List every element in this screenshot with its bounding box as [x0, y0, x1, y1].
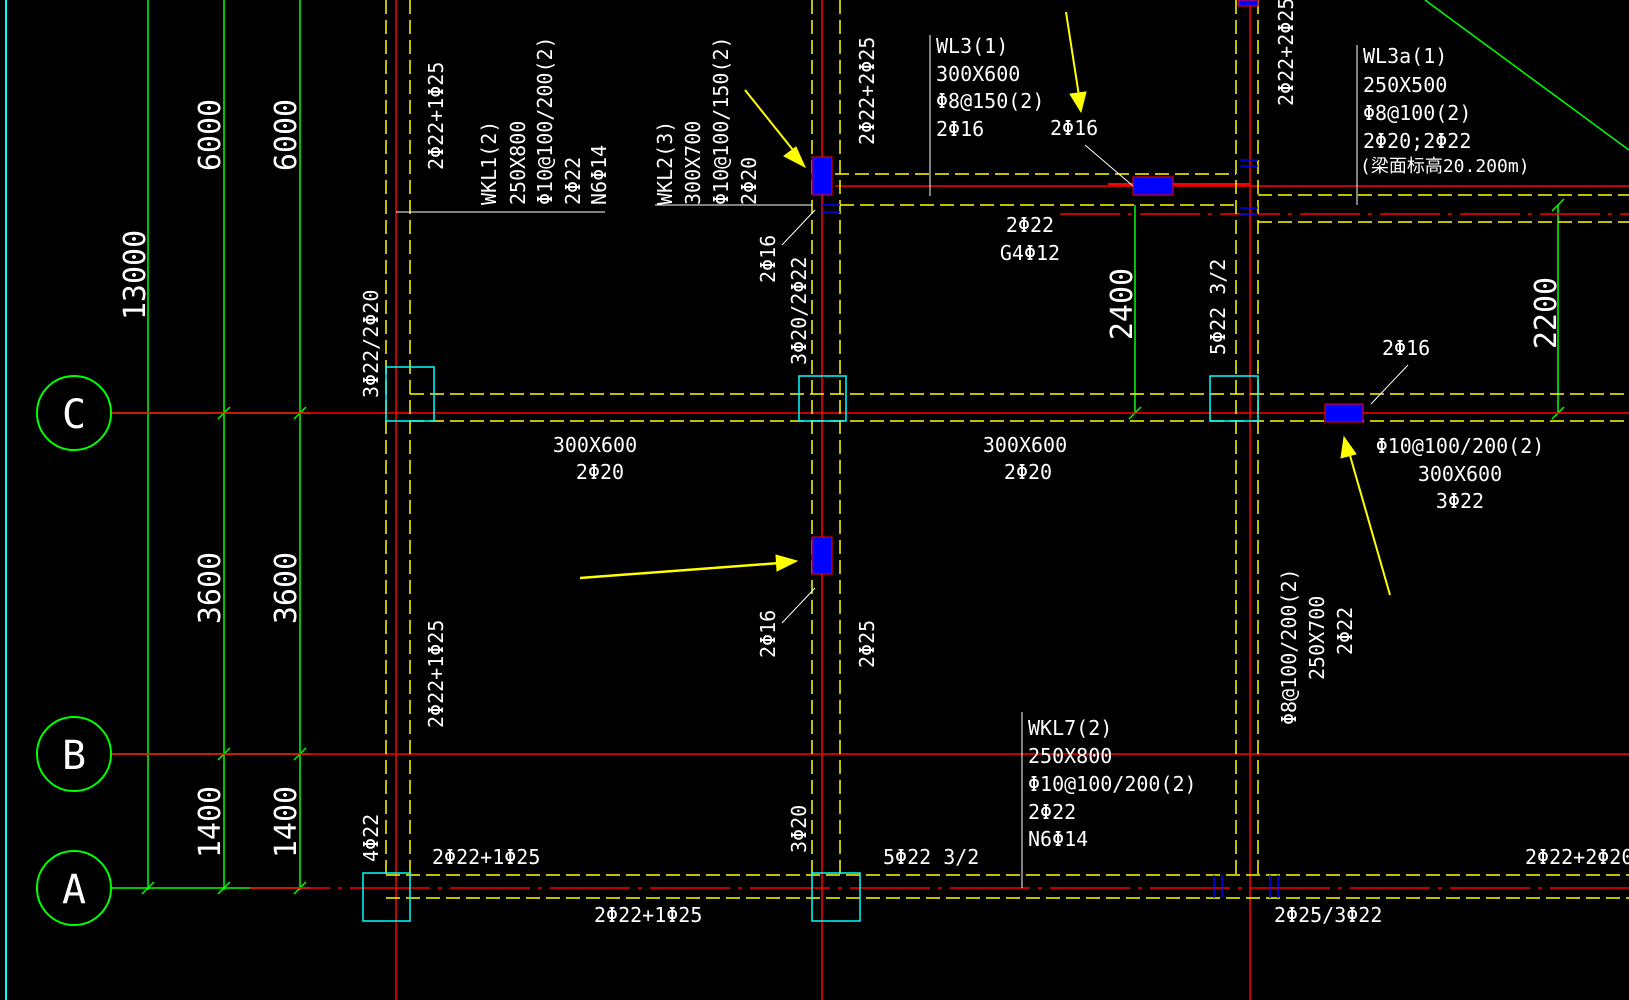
wkl7-line-1: 250X800 [1028, 744, 1112, 768]
annotation-right-beam: Φ10@100/200(2) 300X600 3Φ22 [1376, 434, 1545, 513]
rebar-v-2x22-1x25-top: 2Φ22+1Φ25 [424, 62, 448, 170]
cad-drawing-canvas: C B A 13000 6000 3600 1400 6000 3600 140… [0, 0, 1629, 1000]
top-mid-line-0: 2Φ22 [1006, 213, 1054, 237]
dim-c1-2: 1400 [193, 786, 228, 858]
mid-left-line-0: 300X600 [553, 433, 637, 457]
rebar-2x16-b: 2Φ16 [1050, 116, 1098, 140]
wl3-line-3: 2Φ16 [936, 117, 984, 141]
arrow-top-left [744, 89, 807, 169]
vbeam-right-line-0: Φ8@100/200(2) [1277, 568, 1301, 725]
wl3a-line-4: (梁面标高20.200m) [1360, 156, 1530, 177]
mid-right-line-1: 2Φ20 [1004, 460, 1052, 484]
blue-rebar-2 [1132, 176, 1174, 196]
rebar-v-2x22-1x25-mid: 2Φ22+1Φ25 [424, 620, 448, 728]
wl3a-line-3: 2Φ20;2Φ22 [1363, 129, 1471, 153]
rebar-h-2x22-2x20: 2Φ22+2Φ20 [1525, 845, 1629, 869]
annotation-wl3a: WL3a(1) 250X500 Φ8@100(2) 2Φ20;2Φ22 (梁面标… [1360, 44, 1530, 177]
blue-rebar-4 [811, 536, 833, 575]
axis-bubble-a: A [36, 850, 112, 926]
blue-rebar-1 [811, 156, 833, 196]
dim-c2-1: 3600 [269, 552, 304, 624]
rebar-2x16-c: 2Φ16 [1382, 336, 1430, 360]
dim-c2-0: 6000 [269, 99, 304, 171]
rebar-v-4x22: 4Φ22 [359, 814, 383, 862]
blue-rebar-5 [1237, 0, 1259, 7]
axis-label-c: C [62, 392, 86, 438]
rebar-2x16-d: 2Φ16 [756, 610, 780, 658]
wkl2-line-2: Φ10@100/150(2) [709, 36, 733, 205]
wkl2-line-3: 2Φ20 [737, 157, 761, 205]
rebar-v-3x22-2x20: 3Φ22/2Φ20 [359, 290, 383, 398]
annotation-wkl2: WKL2(3) 300X700 Φ10@100/150(2) 2Φ20 [653, 36, 761, 205]
arrow-bottom-right [1340, 435, 1391, 596]
rebar-v-2x22-2x25-right: 2Φ22+2Φ25 [1274, 0, 1298, 106]
right-beam-line-0: Φ10@100/200(2) [1376, 434, 1545, 458]
wl3a-line-1: 250X500 [1363, 73, 1447, 97]
top-mid-line-1: G4Φ12 [1000, 241, 1060, 265]
column-c-3 [1209, 375, 1259, 422]
column-a-2 [811, 872, 861, 922]
mid-right-line-0: 300X600 [983, 433, 1067, 457]
wkl1-line-3: 2Φ22 [561, 157, 585, 205]
annotation-wkl7: WKL7(2) 250X800 Φ10@100/200(2) 2Φ22 N6Φ1… [1028, 716, 1197, 851]
wl3-line-2: Φ8@150(2) [936, 89, 1044, 113]
vbeam-right-line-1: 250X700 [1305, 596, 1329, 680]
annotation-mid-left: 300X600 2Φ20 [553, 433, 637, 484]
rebar-v-2x22-2x25-top: 2Φ22+2Φ25 [855, 37, 879, 145]
blue-rebar-3 [1324, 403, 1364, 423]
dim-outer-total: 13000 [118, 230, 153, 320]
rebar-v-3x20: 3Φ20 [787, 805, 811, 853]
dim-c1-0: 6000 [193, 99, 228, 171]
wkl7-line-2: Φ10@100/200(2) [1028, 772, 1197, 796]
rebar-v-3x20-2x22: 3Φ20/2Φ22 [787, 257, 811, 365]
right-beam-line-1: 300X600 [1418, 462, 1502, 486]
annotation-wkl1: WKL1(2) 250X800 Φ10@100/200(2) 2Φ22 N6Φ1… [477, 36, 611, 205]
column-a-1 [362, 872, 411, 922]
annotation-top-mid: 2Φ22 G4Φ12 [1000, 213, 1060, 265]
dim-span-right: 2200 [1529, 277, 1564, 349]
rebar-h-2x25-3x22: 2Φ25/3Φ22 [1274, 903, 1382, 927]
mid-left-line-1: 2Φ20 [576, 460, 624, 484]
wkl1-line-2: Φ10@100/200(2) [533, 36, 557, 205]
wkl1-line-4: N6Φ14 [587, 145, 611, 205]
rebar-h-2x22-1x25-a: 2Φ22+1Φ25 [432, 845, 540, 869]
axis-label-b: B [62, 733, 86, 779]
wkl1-line-1: 250X800 [506, 121, 530, 205]
wkl7-line-4: N6Φ14 [1028, 827, 1088, 851]
dim-c1-1: 3600 [193, 552, 228, 624]
annotation-vbeam-right: Φ8@100/200(2) 250X700 2Φ22 [1277, 568, 1357, 725]
axis-bubbles: C B A [36, 375, 112, 926]
rebar-v-2x25: 2Φ25 [855, 620, 879, 668]
rebar-2x16-a: 2Φ16 [756, 235, 780, 283]
rebar-h-2x22-1x25-b: 2Φ22+1Φ25 [594, 903, 702, 927]
dim-span-mid: 2400 [1105, 268, 1140, 340]
rebar-h-5x22-32: 5Φ22 3/2 [883, 845, 979, 869]
rebar-v-5x22-32: 5Φ22 3/2 [1206, 259, 1230, 355]
right-beam-line-2: 3Φ22 [1436, 489, 1484, 513]
dimension-texts: 13000 6000 3600 1400 6000 3600 1400 2400… [118, 99, 1564, 858]
arrow-mid-left [579, 554, 799, 580]
dim-c2-2: 1400 [269, 786, 304, 858]
axis-bubble-c: C [36, 375, 112, 451]
axis-label-a: A [62, 867, 86, 913]
wl3-line-1: 300X600 [936, 62, 1020, 86]
wkl7-line-3: 2Φ22 [1028, 800, 1076, 824]
annotation-wl3: WL3(1) 300X600 Φ8@150(2) 2Φ16 [936, 34, 1044, 141]
annotation-mid-right: 300X600 2Φ20 [983, 433, 1067, 484]
axis-bubble-b: B [36, 716, 112, 792]
wkl2-line-0: WKL2(3) [653, 121, 677, 205]
vbeam-right-line-2: 2Φ22 [1333, 607, 1357, 655]
wl3a-line-0: WL3a(1) [1363, 44, 1447, 68]
wl3-line-0: WL3(1) [936, 34, 1008, 58]
wkl1-line-0: WKL1(2) [477, 121, 501, 205]
wkl7-line-0: WKL7(2) [1028, 716, 1112, 740]
wl3a-line-2: Φ8@100(2) [1363, 101, 1471, 125]
wkl2-line-1: 300X700 [681, 121, 705, 205]
arrow-top-mid [1065, 11, 1087, 114]
